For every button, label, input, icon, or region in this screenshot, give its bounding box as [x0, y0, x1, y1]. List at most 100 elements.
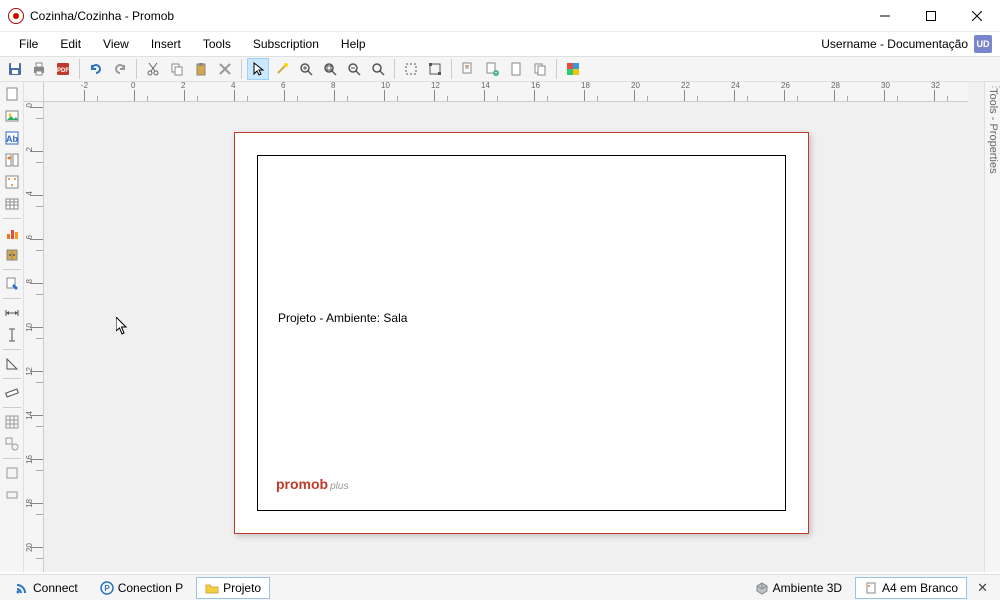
right-panel[interactable]: ⋮ Tools - Properties [984, 82, 1000, 572]
zoom-in-button[interactable] [295, 58, 317, 80]
cut-icon [145, 61, 161, 77]
zoom-out-button[interactable] [343, 58, 365, 80]
tool-tri-button[interactable] [2, 354, 22, 374]
maximize-button[interactable] [908, 0, 954, 32]
status-close-button[interactable]: ✕ [971, 580, 994, 596]
frame-icon [403, 61, 419, 77]
vertical-ruler[interactable] [24, 102, 44, 572]
magic-button[interactable] [271, 58, 293, 80]
page-content[interactable]: Projeto - Ambiente: Sala promobplus [257, 155, 786, 511]
pointer-icon [250, 61, 266, 77]
pointer-button[interactable] [247, 58, 269, 80]
col2-icon [4, 152, 20, 168]
right-panel-label: Tools - Properties [987, 88, 999, 174]
logo-main: promob [276, 476, 328, 492]
print-button[interactable] [28, 58, 50, 80]
page-list-button[interactable] [457, 58, 479, 80]
copy-button[interactable] [166, 58, 188, 80]
grid-icon [4, 414, 20, 430]
paste-button[interactable] [190, 58, 212, 80]
shapes-icon [4, 436, 20, 452]
page-boundary[interactable]: Projeto - Ambiente: Sala promobplus [234, 132, 809, 534]
tool-shape1-button[interactable] [2, 463, 22, 483]
menu-tools[interactable]: Tools [192, 33, 242, 55]
status-tab-a4-em-branco[interactable]: A4 em Branco [855, 577, 967, 599]
print-icon [31, 61, 47, 77]
frame-sel-button[interactable] [424, 58, 446, 80]
status-tab-label: Conection P [118, 581, 183, 595]
menu-help[interactable]: Help [330, 33, 377, 55]
zoom-out-icon [346, 61, 362, 77]
status-tab-conection-p[interactable]: P Conection P [91, 577, 192, 599]
tool-shape2-button[interactable] [2, 485, 22, 505]
save-button[interactable] [4, 58, 26, 80]
menu-view[interactable]: View [92, 33, 140, 55]
delete-button[interactable] [214, 58, 236, 80]
tool-chart-button[interactable] [2, 223, 22, 243]
tool-image-button[interactable] [2, 106, 22, 126]
menu-file[interactable]: File [8, 33, 49, 55]
close-button[interactable] [954, 0, 1000, 32]
delete-icon [217, 61, 233, 77]
tool-page-button[interactable] [2, 84, 22, 104]
dim-h-icon [4, 305, 20, 321]
toolbox-separator [3, 349, 21, 350]
zoom-in-icon [298, 61, 314, 77]
tool-table-button[interactable] [2, 194, 22, 214]
tool-col3-button[interactable] [2, 172, 22, 192]
status-tab-label: Projeto [223, 581, 261, 595]
magic-icon [274, 61, 290, 77]
tool-edit-button[interactable] [2, 274, 22, 294]
tool-shapes-button[interactable] [2, 434, 22, 454]
text-ab-icon: Ab [4, 130, 20, 146]
tool-col2-button[interactable] [2, 150, 22, 170]
svg-text:+: + [494, 71, 498, 77]
copy-icon [169, 61, 185, 77]
tool-cabinet-button[interactable] [2, 245, 22, 265]
redo-icon [112, 61, 128, 77]
menu-insert[interactable]: Insert [140, 33, 192, 55]
status-tab-connect[interactable]: Connect [6, 577, 87, 599]
tool-grid-button[interactable] [2, 412, 22, 432]
status-tab-label: Connect [33, 581, 78, 595]
svg-text:PDF: PDF [57, 68, 69, 74]
zoom-fit-button[interactable] [319, 58, 341, 80]
page-copy-button[interactable] [529, 58, 551, 80]
undo-button[interactable] [85, 58, 107, 80]
page-text-block[interactable]: Projeto - Ambiente: Sala [278, 311, 407, 325]
status-tab-projeto[interactable]: Projeto [196, 577, 270, 599]
user-badge[interactable]: UD [974, 35, 992, 53]
page-blank-icon [508, 61, 524, 77]
canvas-area[interactable]: Projeto - Ambiente: Sala promobplus [44, 102, 968, 572]
tool-ruler-button[interactable] [2, 383, 22, 403]
tool-text-ab-button[interactable]: Ab [2, 128, 22, 148]
toolbox-separator [3, 218, 21, 219]
tool-dim-v-button[interactable] [2, 325, 22, 345]
status-tab-ambiente-3d[interactable]: Ambiente 3D [746, 577, 851, 599]
menu-subscription[interactable]: Subscription [242, 33, 330, 55]
minimize-button[interactable] [862, 0, 908, 32]
page-blank-button[interactable] [505, 58, 527, 80]
redo-button[interactable] [109, 58, 131, 80]
chart-icon [4, 225, 20, 241]
color-swatch-icon [565, 61, 581, 77]
tool-dim-h-button[interactable] [2, 303, 22, 323]
page-icon [4, 86, 20, 102]
horizontal-ruler[interactable] [44, 82, 968, 102]
page-new-button[interactable]: + [481, 58, 503, 80]
tri-icon [4, 356, 20, 372]
cut-button[interactable] [142, 58, 164, 80]
toolbox-separator [3, 458, 21, 459]
frame-button[interactable] [400, 58, 422, 80]
svg-text:Ab: Ab [6, 134, 18, 144]
menubar: FileEditViewInsertToolsSubscriptionHelp … [0, 32, 1000, 56]
toolbar-separator [241, 59, 242, 79]
zoom-button[interactable] [367, 58, 389, 80]
status-tab-label: A4 em Branco [882, 581, 958, 595]
menu-edit[interactable]: Edit [49, 33, 92, 55]
color-swatch-button[interactable] [562, 58, 584, 80]
edit-icon [4, 276, 20, 292]
circle-p-icon: P [100, 581, 114, 595]
pdf-button[interactable]: PDF [52, 58, 74, 80]
dim-v-icon [4, 327, 20, 343]
